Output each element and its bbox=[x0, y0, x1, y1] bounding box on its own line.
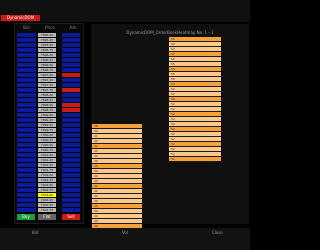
dom-ladder: Bid Price Ask 7895.00 7895.25 7895.50 7895.… bbox=[14, 23, 84, 224]
price-cell[interactable]: 7903.75 bbox=[38, 208, 56, 213]
heatmap-lower-levels: 38 40 41 40 42 40 40 40 40 40 40 40 40 40 40 40 40 40 40 40… bbox=[92, 124, 142, 229]
heatmap-panel: DynamicDOM_OrderBookHeatmap No. 1 - 1 55… bbox=[91, 24, 249, 229]
price-header: Price bbox=[45, 25, 55, 30]
buy-button[interactable]: Buy bbox=[17, 214, 35, 220]
sell-button[interactable]: Sell bbox=[62, 214, 80, 220]
footer-tab-vol[interactable]: Vol bbox=[122, 230, 128, 235]
flat-button[interactable]: Flat bbox=[38, 214, 56, 220]
bid-cell[interactable] bbox=[17, 208, 36, 213]
price-column: 7895.00 7895.25 7895.50 7895.75 7896.00 7896.… bbox=[38, 33, 56, 213]
ask-column bbox=[62, 33, 80, 213]
heatmap-level: 52 bbox=[169, 157, 221, 162]
footer-bar: Bid Vol Close bbox=[0, 228, 250, 250]
ask-header: Ask bbox=[69, 25, 77, 30]
footer-tab-close[interactable]: Close bbox=[212, 230, 223, 235]
ask-cell[interactable] bbox=[62, 208, 80, 213]
heatmap-title: DynamicDOM_OrderBookHeatmap No. 1 - 1 bbox=[126, 30, 214, 35]
footer-tab-bid[interactable]: Bid bbox=[32, 230, 38, 235]
window-title: DynamicDOM bbox=[1, 15, 40, 21]
bid-column bbox=[17, 33, 36, 213]
heatmap-upper-levels: 55 52 52 52 60 55 55 55 55 54 52 52 50 52 52 52 52 52 52 52… bbox=[169, 37, 221, 162]
title-bar: DynamicDOM bbox=[0, 0, 250, 22]
bid-header: Bid bbox=[23, 25, 30, 30]
